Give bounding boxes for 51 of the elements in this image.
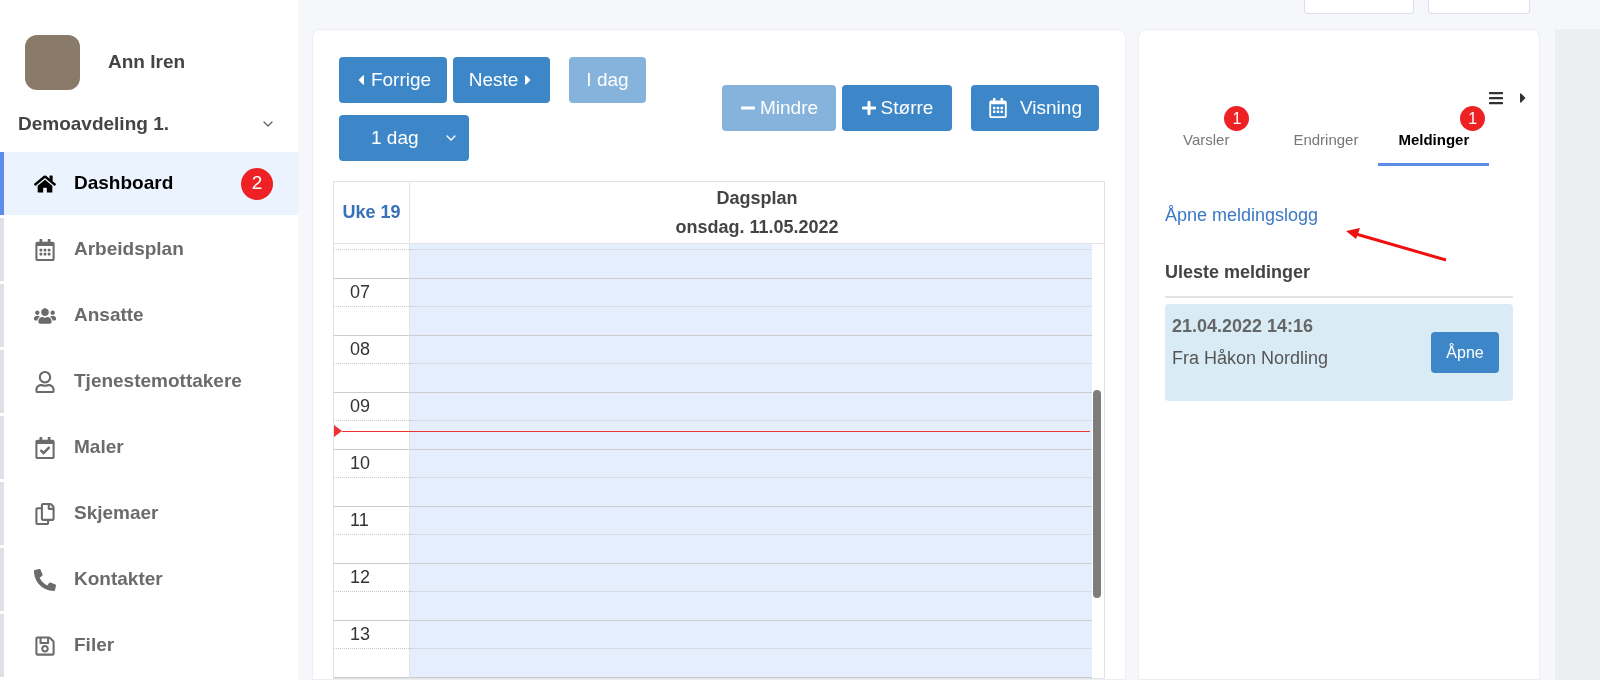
calendar-icon — [988, 98, 1008, 118]
panel-tab[interactable]: Varsler 1 — [1183, 106, 1274, 166]
view-button[interactable]: Visning — [971, 85, 1099, 131]
message-log-link[interactable]: Åpne meldingslogg — [1165, 202, 1319, 229]
plus-icon — [860, 100, 877, 116]
menu-icon[interactable] — [1487, 90, 1505, 106]
person-icon — [34, 370, 56, 393]
day-date: onsdag. 11.05.2022 — [675, 215, 839, 239]
calendar-icon — [34, 238, 56, 261]
hour-label: 10 — [350, 452, 371, 475]
hour-label: 08 — [350, 338, 371, 361]
nav-label: Ansatte — [74, 303, 144, 328]
section-heading: Uleste meldinger — [1165, 259, 1513, 298]
top-button[interactable] — [1428, 0, 1530, 14]
user-name: Ann Iren — [108, 50, 186, 75]
message-sender: Fra Håkon Nordling — [1172, 347, 1329, 370]
range-dropdown[interactable]: 1 dag — [339, 115, 469, 161]
avatar-photo-placeholder — [25, 35, 80, 90]
message-time: 21.04.2022 14:16 — [1172, 315, 1315, 338]
caret-right-icon[interactable] — [1519, 90, 1527, 106]
open-button[interactable]: Åpne — [1431, 332, 1499, 373]
larger-button[interactable]: Større — [842, 85, 952, 131]
phone-icon — [34, 568, 56, 591]
nav-item[interactable]: Dashboard 2 — [0, 152, 298, 215]
scrollbar-thumb[interactable] — [1093, 390, 1101, 598]
department-select[interactable]: Demoavdeling 1. — [0, 100, 298, 148]
nav-label: Tjenestemottakere — [74, 369, 242, 394]
panel-tab[interactable]: Meldinger 1 — [1378, 106, 1490, 166]
nav-label: Kontakter — [74, 567, 163, 592]
nav-label: Arbeidsplan — [74, 237, 184, 262]
top-button[interactable] — [1304, 0, 1414, 14]
hour-label: 12 — [350, 566, 371, 589]
count-badge: 2 — [241, 167, 273, 200]
count-badge: 1 — [1224, 106, 1250, 131]
panel-tab[interactable]: Endringer — [1273, 106, 1379, 166]
nav-label: Dashboard — [74, 171, 174, 196]
next-button[interactable]: Neste — [453, 57, 550, 103]
count-badge: 1 — [1460, 106, 1486, 131]
home-icon — [34, 172, 56, 195]
copy-icon — [34, 502, 56, 525]
hour-label: 07 — [350, 281, 371, 304]
week-number[interactable]: Uke 19 — [342, 199, 401, 226]
nav-label: Maler — [74, 435, 124, 460]
nav-label: Skjemaer — [74, 501, 159, 526]
nav-label: Filer — [74, 633, 115, 658]
calendar-check-icon — [34, 436, 56, 459]
hour-label: 09 — [350, 395, 371, 418]
day-plan-title: Dagsplan — [716, 186, 798, 210]
hour-label: 11 — [350, 509, 369, 532]
previous-button[interactable]: Forrige — [339, 57, 447, 103]
hour-label: 13 — [350, 623, 371, 646]
